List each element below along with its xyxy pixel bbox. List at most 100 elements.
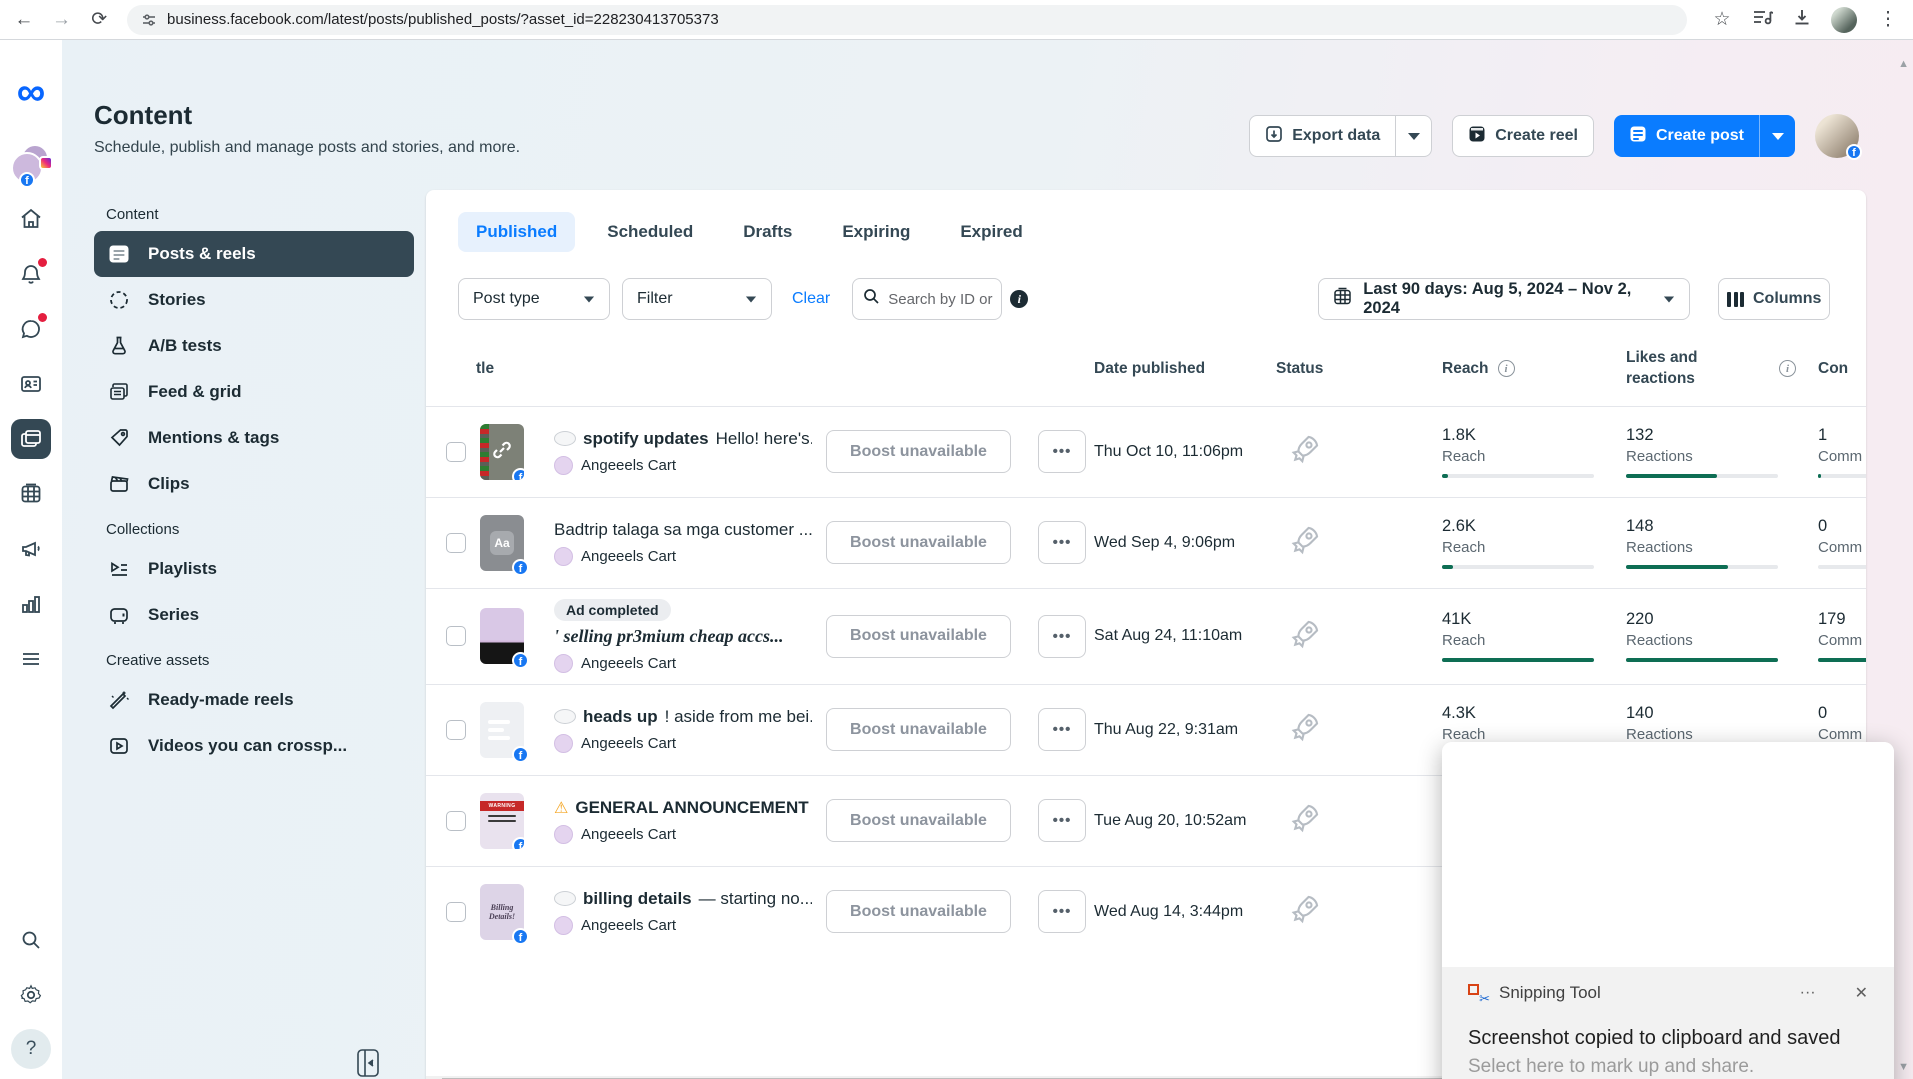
tab-scheduled[interactable]: Scheduled <box>589 212 711 252</box>
tab-expired[interactable]: Expired <box>942 212 1040 252</box>
planner-icon[interactable] <box>11 474 51 514</box>
browser-reload-button[interactable]: ⟳ <box>89 8 109 31</box>
sidebar-item-clips[interactable]: Clips <box>94 461 414 507</box>
post-thumbnail[interactable]: WARNING f <box>480 792 524 849</box>
sidebar-item-stories[interactable]: Stories <box>94 277 414 323</box>
ads-megaphone-icon[interactable] <box>11 529 51 569</box>
content-icon[interactable] <box>11 419 51 459</box>
search-info-icon[interactable]: i <box>1010 290 1029 308</box>
insights-chart-icon[interactable] <box>11 584 51 624</box>
likes-info-icon[interactable]: i <box>1779 360 1796 378</box>
sidebar-item-crosspost-videos[interactable]: Videos you can crossp... <box>94 723 414 769</box>
more-options-button[interactable]: ••• <box>1038 890 1086 934</box>
col-date-published[interactable]: Date published <box>1094 360 1276 378</box>
page-scroll-down-arrow[interactable]: ▼ <box>1898 1061 1909 1073</box>
boost-rocket-icon[interactable] <box>1276 617 1442 656</box>
sidebar-item-series[interactable]: Series <box>94 592 414 638</box>
more-options-button[interactable]: ••• <box>1038 430 1086 474</box>
meta-logo[interactable]: ∞ <box>17 70 46 114</box>
row-checkbox[interactable] <box>446 532 466 553</box>
reach-info-icon[interactable]: i <box>1497 360 1515 378</box>
notifications-icon[interactable] <box>11 254 51 294</box>
browser-profile-avatar[interactable] <box>1831 6 1858 33</box>
help-button[interactable]: ? <box>11 1029 51 1069</box>
tab-published[interactable]: Published <box>458 212 576 252</box>
sidebar-item-ab-tests[interactable]: A/B tests <box>94 323 414 369</box>
all-tools-menu-icon[interactable] <box>11 639 51 679</box>
settings-gear-icon[interactable] <box>11 975 51 1015</box>
create-reel-button[interactable]: Create reel <box>1452 115 1594 157</box>
post-thumbnail[interactable]: f <box>480 701 529 763</box>
boost-button[interactable]: Boost unavailable <box>826 890 1011 934</box>
business-profile-switcher[interactable]: f <box>11 144 53 188</box>
tab-drafts[interactable]: Drafts <box>725 212 810 252</box>
export-dropdown-arrow[interactable] <box>1395 116 1431 156</box>
search-box[interactable] <box>852 278 1003 320</box>
bookmark-star-icon[interactable]: ☆ <box>1711 8 1733 31</box>
boost-rocket-icon[interactable] <box>1276 892 1442 931</box>
row-checkbox[interactable] <box>446 441 466 462</box>
boost-button[interactable]: Boost unavailable <box>826 521 1011 565</box>
boost-rocket-icon[interactable] <box>1276 801 1442 840</box>
address-bar[interactable]: business.facebook.com/latest/posts/publi… <box>127 4 1688 35</box>
browser-menu-icon[interactable]: ⋮ <box>1877 8 1899 31</box>
create-post-dropdown-arrow[interactable] <box>1759 115 1795 157</box>
boost-button[interactable]: Boost unavailable <box>826 614 1011 658</box>
sidebar-item-posts-reels[interactable]: Posts & reels <box>94 231 414 277</box>
search-input[interactable] <box>888 290 997 308</box>
site-settings-icon[interactable] <box>141 12 157 28</box>
boost-rocket-icon[interactable] <box>1276 710 1442 749</box>
date-range-button[interactable]: Last 90 days: Aug 5, 2024 – Nov 2, 2024 <box>1318 278 1691 320</box>
leads-card-icon[interactable] <box>11 364 51 404</box>
search-icon[interactable] <box>11 920 51 960</box>
filter-select[interactable]: Filter <box>622 278 772 320</box>
col-title[interactable]: tle <box>476 360 554 378</box>
more-options-button[interactable]: ••• <box>1038 521 1086 565</box>
sidebar-item-ready-made-reels[interactable]: Ready-made reels <box>94 677 414 723</box>
row-checkbox[interactable] <box>446 719 466 740</box>
post-thumbnail[interactable]: Billing Details! f <box>480 883 529 945</box>
notification-more-icon[interactable]: ··· <box>1800 984 1816 1002</box>
snipping-tool-notification[interactable]: ✂ Snipping Tool ··· ✕ Screenshot copied … <box>1442 742 1894 1079</box>
col-reach[interactable]: Reach i <box>1442 360 1626 378</box>
export-data-button[interactable]: Export data <box>1249 115 1433 157</box>
inbox-chat-icon[interactable] <box>11 309 51 349</box>
sidebar-item-playlists[interactable]: Playlists <box>94 546 414 592</box>
notification-close-icon[interactable]: ✕ <box>1855 983 1868 1003</box>
boost-button[interactable]: Boost unavailable <box>826 799 1011 843</box>
facebook-badge-icon: f <box>512 836 524 849</box>
download-icon[interactable] <box>1793 8 1811 31</box>
post-thumbnail[interactable]: f <box>480 608 529 670</box>
screenshot-preview[interactable] <box>1442 742 1894 967</box>
media-playlist-icon[interactable] <box>1753 9 1774 30</box>
post-thumbnail[interactable]: Aa f <box>480 514 529 576</box>
author-name: Angeeels Cart <box>581 734 677 752</box>
post-type-select[interactable]: Post type <box>458 278 610 320</box>
row-checkbox[interactable] <box>446 901 466 922</box>
col-status[interactable]: Status <box>1276 360 1442 378</box>
boost-button[interactable]: Boost unavailable <box>826 708 1011 752</box>
home-icon[interactable] <box>11 199 51 239</box>
page-scroll-up-arrow[interactable]: ▲ <box>1898 58 1909 70</box>
account-avatar[interactable]: f <box>1815 114 1862 160</box>
post-thumbnail[interactable]: f <box>480 423 524 480</box>
sidebar-item-mentions-tags[interactable]: Mentions & tags <box>94 415 414 461</box>
sidebar-item-feed-grid[interactable]: Feed & grid <box>94 369 414 415</box>
more-options-button[interactable]: ••• <box>1038 614 1086 658</box>
browser-forward-button[interactable]: → <box>52 9 72 31</box>
collapse-sidebar-icon[interactable] <box>356 1048 380 1079</box>
clear-filters-link[interactable]: Clear <box>792 290 830 308</box>
browser-back-button[interactable]: ← <box>14 9 34 31</box>
tab-expiring[interactable]: Expiring <box>824 212 928 252</box>
more-options-button[interactable]: ••• <box>1038 799 1086 843</box>
col-likes-reactions[interactable]: Likes and reactions i <box>1626 348 1818 390</box>
columns-button[interactable]: Columns <box>1718 278 1831 320</box>
col-comments[interactable]: Con <box>1818 360 1866 378</box>
row-checkbox[interactable] <box>446 810 466 831</box>
more-options-button[interactable]: ••• <box>1038 708 1086 752</box>
create-post-button[interactable]: Create post <box>1613 115 1795 157</box>
row-checkbox[interactable] <box>446 626 466 647</box>
boost-button[interactable]: Boost unavailable <box>826 430 1011 474</box>
boost-rocket-icon[interactable] <box>1276 432 1442 471</box>
boost-rocket-icon[interactable] <box>1276 523 1442 562</box>
